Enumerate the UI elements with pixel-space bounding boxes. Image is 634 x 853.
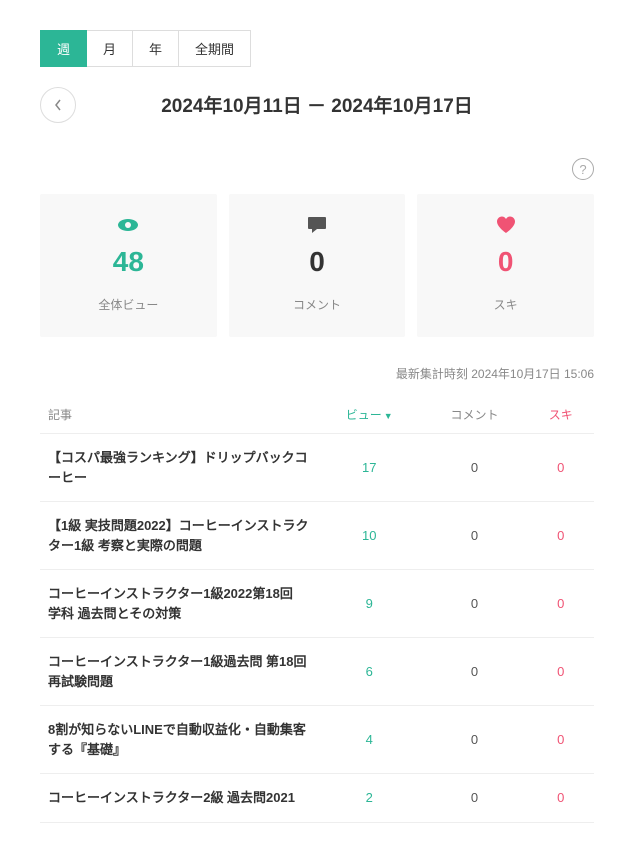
tab-month[interactable]: 月	[87, 30, 133, 67]
article-title[interactable]: 【1級 実技問題2022】コーヒーインストラクター1級 考察と実際の問題	[40, 502, 317, 570]
article-comments: 0	[421, 706, 527, 774]
article-likes: 0	[528, 706, 594, 774]
views-label: 全体ビュー	[98, 296, 158, 313]
chevron-left-icon	[53, 98, 63, 112]
article-title[interactable]: 【コスパ最強ランキング】ドリップバックコーヒー	[40, 434, 317, 502]
date-range-label: 2024年10月11日 － 2024年10月17日	[161, 91, 473, 118]
comments-label: コメント	[293, 296, 341, 313]
article-comments: 0	[421, 638, 527, 706]
header-article: 記事	[40, 396, 317, 434]
help-icon[interactable]: ?	[572, 158, 594, 180]
article-comments: 0	[421, 570, 527, 638]
tab-week[interactable]: 週	[40, 30, 87, 67]
header-comments[interactable]: コメント	[421, 396, 527, 434]
article-views: 2	[317, 774, 421, 823]
period-tabs: 週 月 年 全期間	[40, 30, 594, 67]
article-views: 10	[317, 502, 421, 570]
stat-card-likes[interactable]: 0 スキ	[417, 194, 594, 337]
article-likes: 0	[528, 502, 594, 570]
date-navigation: 2024年10月11日 － 2024年10月17日	[40, 91, 594, 118]
stat-card-comments[interactable]: 0 コメント	[229, 194, 406, 337]
article-views: 6	[317, 638, 421, 706]
tab-all[interactable]: 全期間	[179, 30, 251, 67]
article-comments: 0	[421, 502, 527, 570]
article-title[interactable]: コーヒーインストラクター1級過去問 第18回 再試験問題	[40, 638, 317, 706]
article-comments: 0	[421, 434, 527, 502]
article-comments: 0	[421, 774, 527, 823]
header-views[interactable]: ビュー▼	[317, 396, 421, 434]
article-likes: 0	[528, 638, 594, 706]
article-likes: 0	[528, 434, 594, 502]
article-likes: 0	[528, 774, 594, 823]
table-row: 【1級 実技問題2022】コーヒーインストラクター1級 考察と実際の問題1000	[40, 502, 594, 570]
likes-value: 0	[498, 246, 514, 278]
article-title[interactable]: コーヒーインストラクター1級2022第18回 学科 過去問とその対策	[40, 570, 317, 638]
article-likes: 0	[528, 570, 594, 638]
sort-desc-icon: ▼	[384, 411, 393, 421]
article-views: 9	[317, 570, 421, 638]
table-row: 【コスパ最強ランキング】ドリップバックコーヒー1700	[40, 434, 594, 502]
table-row: コーヒーインストラクター1級2022第18回 学科 過去問とその対策900	[40, 570, 594, 638]
prev-button[interactable]	[40, 87, 76, 123]
header-likes[interactable]: スキ	[528, 396, 594, 434]
tab-year[interactable]: 年	[133, 30, 179, 67]
article-title[interactable]: 8割が知らないLINEで自動収益化・自動集客する『基礎』	[40, 706, 317, 774]
comment-icon	[308, 214, 326, 236]
table-row: 8割が知らないLINEで自動収益化・自動集客する『基礎』400	[40, 706, 594, 774]
views-value: 48	[113, 246, 144, 278]
timestamp: 最新集計時刻 2024年10月17日 15:06	[40, 365, 594, 382]
table-row: コーヒーインストラクター2級 過去問2021200	[40, 774, 594, 823]
article-views: 4	[317, 706, 421, 774]
stat-cards: 48 全体ビュー 0 コメント 0 スキ	[40, 194, 594, 337]
eye-icon	[117, 214, 139, 236]
header-views-label: ビュー	[346, 408, 382, 422]
stat-card-views[interactable]: 48 全体ビュー	[40, 194, 217, 337]
comments-value: 0	[309, 246, 325, 278]
article-title[interactable]: コーヒーインストラクター2級 過去問2021	[40, 774, 317, 823]
heart-icon	[496, 214, 516, 236]
table-row: コーヒーインストラクター1級過去問 第18回 再試験問題600	[40, 638, 594, 706]
article-views: 17	[317, 434, 421, 502]
likes-label: スキ	[494, 296, 518, 313]
article-table: 記事 ビュー▼ コメント スキ 【コスパ最強ランキング】ドリップバックコーヒー1…	[40, 396, 594, 823]
